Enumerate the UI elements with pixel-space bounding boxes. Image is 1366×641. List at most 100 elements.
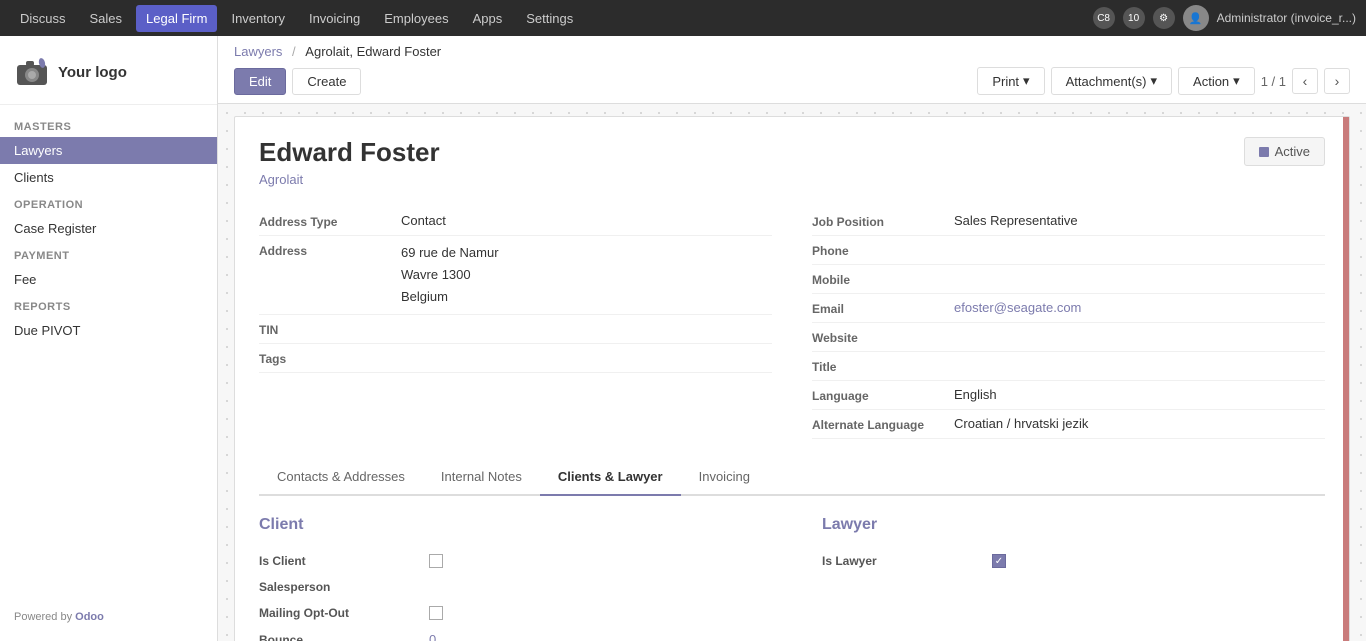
field-salesperson: Salesperson <box>259 574 762 600</box>
form-card: Edward Foster Agrolait Active <box>234 116 1350 641</box>
record-title: Edward Foster <box>259 137 1244 168</box>
nav-item-inventory[interactable]: Inventory <box>221 5 294 32</box>
section-label-reports: Reports <box>0 293 217 317</box>
user-avatar[interactable]: 👤 <box>1183 5 1209 31</box>
field-address: Address 69 rue de NamurWavre 1300Belgium <box>259 236 772 315</box>
nav-item-invoicing[interactable]: Invoicing <box>299 5 370 32</box>
nav-right: C8 10 ⚙ 👤 Administrator (invoice_r...) <box>1093 5 1356 31</box>
field-title: Title <box>812 352 1325 381</box>
fields-right: Job Position Sales Representative Phone … <box>812 207 1325 439</box>
nav-item-apps[interactable]: Apps <box>463 5 513 32</box>
pagination-area: 1 / 1 ‹ › <box>1261 68 1350 94</box>
field-label-job-position: Job Position <box>812 213 942 229</box>
field-value-language: English <box>954 387 1325 402</box>
breadcrumb: Lawyers / Agrolait, Edward Foster <box>234 44 1350 59</box>
checkbox-mailing-opt-out[interactable] <box>429 606 443 620</box>
field-label-website: Website <box>812 329 942 345</box>
attachments-chevron-icon: ▾ <box>1151 73 1158 89</box>
field-label-address: Address <box>259 242 389 258</box>
section-label-masters: Masters <box>0 113 217 137</box>
create-button[interactable]: Create <box>292 68 361 95</box>
nav-item-sales[interactable]: Sales <box>80 5 133 32</box>
field-address-type: Address Type Contact <box>259 207 772 236</box>
breadcrumb-parent[interactable]: Lawyers <box>234 44 282 59</box>
next-page-button[interactable]: › <box>1324 68 1350 94</box>
pagination-text: 1 / 1 <box>1261 74 1286 89</box>
sidebar-footer: Powered by Odoo <box>0 603 118 631</box>
user-name: Administrator (invoice_r...) <box>1217 11 1356 25</box>
label-bounce: Bounce <box>259 633 419 641</box>
field-label-mobile: Mobile <box>812 271 942 287</box>
attachments-button[interactable]: Attachment(s) ▾ <box>1051 67 1172 95</box>
field-is-lawyer: Is Lawyer ✓ <box>822 548 1325 574</box>
record-subtitle[interactable]: Agrolait <box>259 172 1244 187</box>
sidebar: Your logo Masters Lawyers Clients Operat… <box>0 36 218 641</box>
checkbox-is-client[interactable] <box>429 554 443 568</box>
tab-contacts-addresses[interactable]: Contacts & Addresses <box>259 459 423 496</box>
sidebar-section-payment: Payment Fee <box>0 242 217 293</box>
field-label-tags: Tags <box>259 350 389 366</box>
action-button[interactable]: Action ▾ <box>1178 67 1255 95</box>
settings-icon[interactable]: ⚙ <box>1153 7 1175 29</box>
status-badge[interactable]: Active <box>1244 137 1325 166</box>
top-nav: Discuss Sales Legal Firm Inventory Invoi… <box>0 0 1366 36</box>
checkbox-is-lawyer[interactable]: ✓ <box>992 554 1006 568</box>
field-tin: TIN <box>259 315 772 344</box>
label-is-lawyer: Is Lawyer <box>822 554 982 568</box>
client-section: Client Is Client Salesperson <box>259 516 762 641</box>
sidebar-section-operation: Operation Case Register <box>0 191 217 242</box>
notification-icon-1[interactable]: C8 <box>1093 7 1115 29</box>
edit-button[interactable]: Edit <box>234 68 286 95</box>
toolbar: Edit Create Print ▾ Attachment(s) ▾ Acti… <box>234 67 1350 95</box>
print-button[interactable]: Print ▾ <box>977 67 1044 95</box>
content-area: Edward Foster Agrolait Active <box>218 104 1366 641</box>
field-label-language: Language <box>812 387 942 403</box>
field-value-email[interactable]: efoster@seagate.com <box>954 300 1325 315</box>
logo-area: Your logo <box>0 46 217 105</box>
record-title-area: Edward Foster Agrolait <box>259 137 1244 187</box>
field-mobile: Mobile <box>812 265 1325 294</box>
field-label-tin: TIN <box>259 321 389 337</box>
section-label-operation: Operation <box>0 191 217 215</box>
logo-icon <box>14 54 50 90</box>
field-value-address-type: Contact <box>401 213 772 228</box>
color-bar <box>1343 117 1349 641</box>
nav-item-legal-firm[interactable]: Legal Firm <box>136 5 217 32</box>
lawyer-section: Lawyer Is Lawyer ✓ <box>822 516 1325 641</box>
breadcrumb-separator: / <box>292 44 296 59</box>
form-body: Edward Foster Agrolait Active <box>235 117 1349 641</box>
sidebar-item-due-pivot[interactable]: Due PIVOT <box>0 317 217 344</box>
prev-page-button[interactable]: ‹ <box>1292 68 1318 94</box>
field-label-phone: Phone <box>812 242 942 258</box>
fields-left: Address Type Contact Address 69 rue de N… <box>259 207 772 439</box>
tab-clients-lawyer[interactable]: Clients & Lawyer <box>540 459 681 496</box>
field-value-alternate-language: Croatian / hrvatski jezik <box>954 416 1325 431</box>
odoo-link[interactable]: Odoo <box>75 611 104 623</box>
nav-item-discuss[interactable]: Discuss <box>10 5 76 32</box>
field-label-email: Email <box>812 300 942 316</box>
notification-icon-2[interactable]: 10 <box>1123 7 1145 29</box>
record-header: Edward Foster Agrolait Active <box>259 137 1325 187</box>
sidebar-section-masters: Masters Lawyers Clients <box>0 113 217 191</box>
main-layout: Your logo Masters Lawyers Clients Operat… <box>0 36 1366 641</box>
value-bounce[interactable]: 0 <box>429 632 436 641</box>
nav-item-settings[interactable]: Settings <box>516 5 583 32</box>
field-label-alternate-language: Alternate Language <box>812 416 942 432</box>
field-website: Website <box>812 323 1325 352</box>
sidebar-item-fee[interactable]: Fee <box>0 266 217 293</box>
status-label: Active <box>1275 144 1310 159</box>
nav-item-employees[interactable]: Employees <box>374 5 458 32</box>
sidebar-item-case-register[interactable]: Case Register <box>0 215 217 242</box>
field-mailing-opt-out: Mailing Opt-Out <box>259 600 762 626</box>
sidebar-item-clients[interactable]: Clients <box>0 164 217 191</box>
tab-content-clients-lawyer: Client Is Client Salesperson <box>259 496 1325 641</box>
print-chevron-icon: ▾ <box>1023 73 1030 89</box>
tab-internal-notes[interactable]: Internal Notes <box>423 459 540 496</box>
section-label-payment: Payment <box>0 242 217 266</box>
sidebar-item-lawyers[interactable]: Lawyers <box>0 137 217 164</box>
client-section-title: Client <box>259 516 762 534</box>
tab-section-grid: Client Is Client Salesperson <box>259 516 1325 641</box>
label-mailing-opt-out: Mailing Opt-Out <box>259 606 419 620</box>
toolbar-area: Lawyers / Agrolait, Edward Foster Edit C… <box>218 36 1366 104</box>
tab-invoicing[interactable]: Invoicing <box>681 459 768 496</box>
